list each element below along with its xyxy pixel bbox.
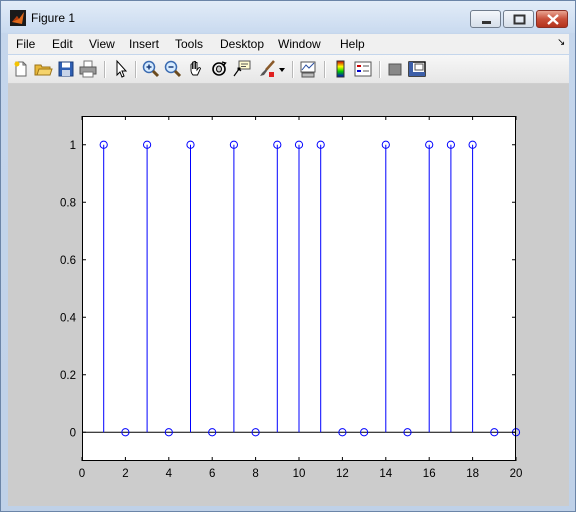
pointer-icon[interactable]: [111, 59, 131, 79]
menu-help[interactable]: Help: [340, 37, 365, 51]
menu-view[interactable]: View: [89, 37, 115, 51]
hide-plot-tools-icon[interactable]: [385, 59, 405, 79]
x-tick-label: 4: [166, 468, 173, 480]
x-tick-label: 0: [79, 468, 85, 480]
window-title: Figure 1: [31, 11, 76, 25]
y-tick-label: 0.2: [60, 370, 76, 382]
menu-window[interactable]: Window: [278, 37, 321, 51]
menu-tools[interactable]: Tools: [175, 37, 203, 51]
rotate-3d-icon[interactable]: [209, 59, 229, 79]
colorbar-icon[interactable]: [331, 59, 351, 79]
x-tick-label: 16: [423, 468, 436, 480]
x-tick-label: 6: [209, 468, 215, 480]
y-tick-label: 0.6: [60, 255, 76, 267]
x-tick-label: 18: [466, 468, 479, 480]
x-tick-label: 12: [336, 468, 349, 480]
x-tick-label: 14: [379, 468, 392, 480]
figure-window: Figure 1 File Edit View Insert Tools Des…: [0, 0, 576, 512]
close-icon: [547, 14, 559, 25]
dock-arrow-icon[interactable]: ↘: [557, 37, 565, 48]
zoom-in-icon[interactable]: [141, 59, 161, 79]
minimize-button[interactable]: [470, 10, 501, 28]
show-plot-tools-icon[interactable]: [407, 59, 427, 79]
menu-insert[interactable]: Insert: [129, 37, 159, 51]
maximize-button[interactable]: [503, 10, 534, 28]
zoom-out-icon[interactable]: [163, 59, 183, 79]
new-file-icon[interactable]: [11, 59, 31, 79]
maximize-icon: [513, 14, 526, 25]
print-icon[interactable]: [78, 59, 98, 79]
minimize-icon: [482, 21, 491, 24]
title-bar[interactable]: Figure 1: [1, 1, 575, 33]
y-tick-label: 1: [70, 140, 76, 152]
link-plot-icon[interactable]: [298, 59, 318, 79]
figure-toolbar: [8, 55, 569, 84]
open-file-icon[interactable]: [33, 59, 53, 79]
x-tick-label: 10: [293, 468, 306, 480]
brush-icon[interactable]: [257, 59, 277, 79]
menu-desktop[interactable]: Desktop: [220, 37, 264, 51]
legend-icon[interactable]: [353, 59, 373, 79]
menu-file[interactable]: File: [16, 37, 35, 51]
figure-canvas: 0 2 4 6 8 10 12 14 16 18 20 0 0.2 0.4 0.6 0.8 1: [8, 84, 569, 506]
stem-plot[interactable]: 0 2 4 6 8 10 12 14 16 18 20 0 0.2 0.4 0.6 0.8 1: [8, 84, 569, 506]
y-tick-label: 0.8: [60, 197, 76, 209]
x-tick-label: 8: [252, 468, 258, 480]
x-tick-label: 20: [510, 468, 523, 480]
y-tick-label: 0: [70, 427, 76, 439]
menu-bar: File Edit View Insert Tools Desktop Wind…: [8, 34, 569, 54]
menu-edit[interactable]: Edit: [52, 37, 73, 51]
y-tick-label: 0.4: [60, 312, 77, 324]
pan-icon[interactable]: [186, 59, 206, 79]
save-icon[interactable]: [56, 59, 76, 79]
close-button[interactable]: [536, 10, 568, 28]
data-cursor-icon[interactable]: [232, 59, 252, 79]
matlab-logo-icon: [10, 10, 26, 26]
brush-dropdown-icon[interactable]: [278, 59, 286, 79]
x-tick-label: 2: [122, 468, 128, 480]
